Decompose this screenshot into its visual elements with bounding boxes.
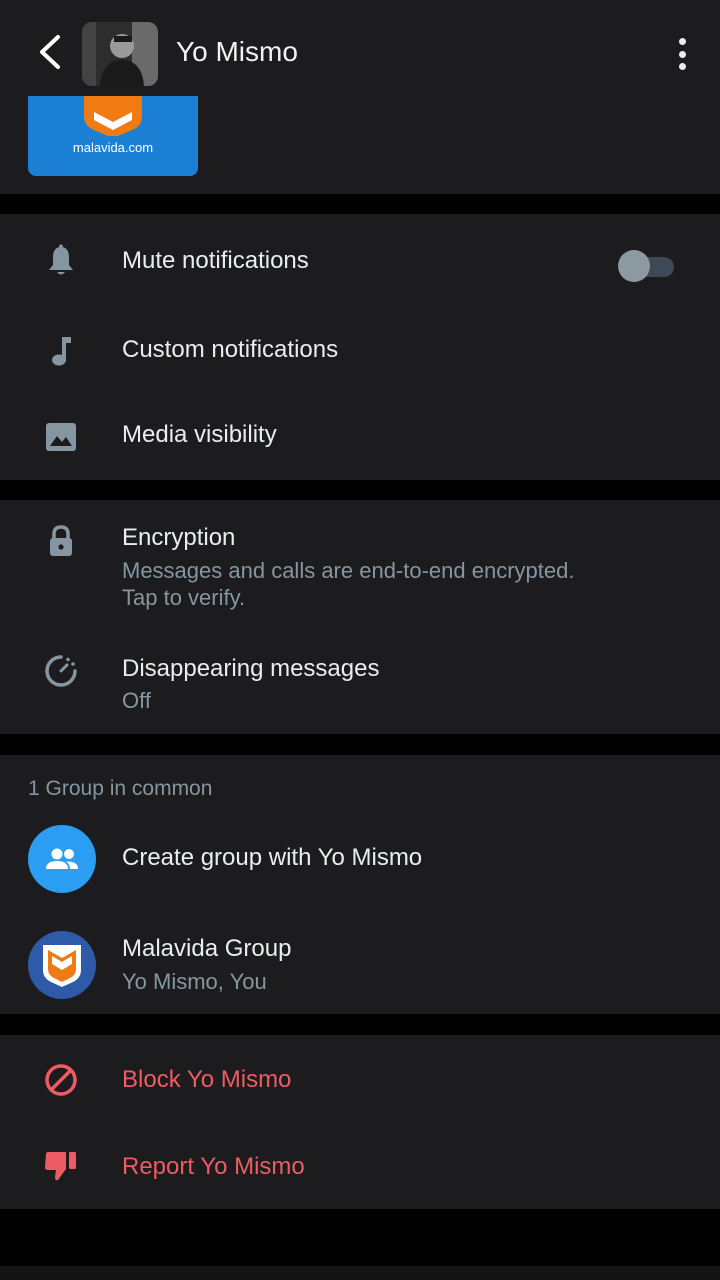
group-avatar	[28, 931, 96, 999]
arrow-left-icon	[40, 35, 60, 69]
notifications-section: Mute notifications Custom notifications …	[0, 214, 720, 480]
report-contact-label: Report Yo Mismo	[122, 1153, 305, 1180]
report-contact-row[interactable]: Report Yo Mismo	[0, 1123, 720, 1209]
image-icon	[40, 416, 82, 458]
block-contact-label: Block Yo Mismo	[122, 1066, 292, 1093]
mute-notifications-row[interactable]: Mute notifications	[0, 214, 720, 308]
block-icon	[40, 1059, 82, 1101]
block-contact-row[interactable]: Block Yo Mismo	[0, 1035, 720, 1123]
groups-in-common-section: 1 Group in common Create group with Yo M…	[0, 755, 720, 1014]
groups-in-common-header: 1 Group in common	[28, 777, 213, 800]
malavida-logo-icon	[84, 96, 142, 136]
custom-notifications-row[interactable]: Custom notifications	[0, 308, 720, 398]
disappearing-messages-row[interactable]: Disappearing messages Off	[0, 630, 720, 730]
media-visibility-label: Media visibility	[122, 421, 277, 448]
media-links-docs: malavida.com	[0, 96, 720, 194]
dot	[678, 50, 686, 58]
contact-avatar[interactable]	[82, 22, 158, 86]
thumbnail-caption: malavida.com	[72, 140, 154, 155]
create-group-label: Create group with Yo Mismo	[122, 844, 423, 871]
group-name: Malavida Group	[122, 935, 292, 962]
mute-notifications-label: Mute notifications	[122, 247, 309, 274]
bottom-edge	[0, 1266, 720, 1280]
encryption-description-line1: Messages and calls are end-to-end encryp…	[122, 558, 575, 583]
media-visibility-row[interactable]: Media visibility	[0, 398, 720, 480]
disappearing-messages-value: Off	[122, 688, 151, 713]
create-group-row[interactable]: Create group with Yo Mismo	[0, 821, 720, 911]
back-button[interactable]	[30, 30, 70, 74]
timer-icon	[40, 650, 82, 692]
contact-name-title[interactable]: Yo Mismo	[176, 36, 298, 68]
group-members: Yo Mismo, You	[122, 969, 267, 994]
group-list-item[interactable]: Malavida Group Yo Mismo, You	[0, 921, 720, 1011]
contact-actions-section: Block Yo Mismo Report Yo Mismo	[0, 1035, 720, 1209]
avatar-photo	[82, 22, 158, 86]
dot	[678, 63, 686, 70]
app-header: Yo Mismo	[0, 0, 720, 96]
more-options-button[interactable]	[668, 38, 696, 70]
thumbs-down-icon	[40, 1145, 82, 1187]
custom-notifications-label: Custom notifications	[122, 336, 339, 363]
encryption-label: Encryption	[122, 524, 236, 551]
disappearing-messages-label: Disappearing messages	[122, 655, 380, 682]
shared-media-thumbnail[interactable]: malavida.com	[28, 96, 198, 176]
group-add-icon	[28, 825, 96, 893]
music-note-icon	[40, 330, 82, 372]
toggle-thumb	[618, 250, 650, 282]
privacy-section: Encryption Messages and calls are end-to…	[0, 500, 720, 734]
encryption-row[interactable]: Encryption Messages and calls are end-to…	[0, 500, 720, 620]
encryption-description-line2: Tap to verify.	[122, 585, 246, 610]
bell-icon	[40, 240, 82, 282]
lock-icon	[40, 520, 82, 562]
dot	[678, 38, 686, 45]
mute-notifications-toggle[interactable]	[618, 248, 676, 282]
